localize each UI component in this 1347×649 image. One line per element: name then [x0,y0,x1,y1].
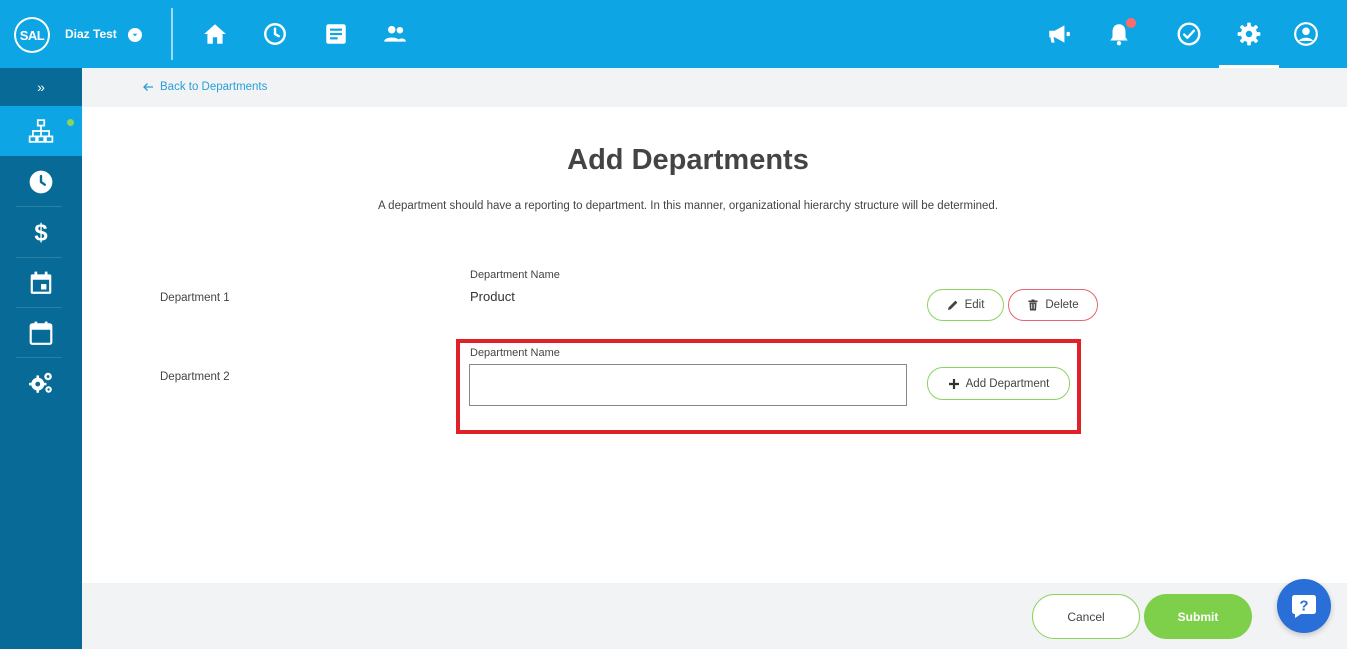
delete-button[interactable]: Delete [1008,289,1098,321]
help-chat-button[interactable]: ? [1277,579,1331,633]
delete-button-label: Delete [1045,299,1079,311]
edit-button-label: Edit [964,299,985,311]
department-1-name: Product [470,289,515,304]
department-2-label: Department 2 [160,371,230,383]
department-1-field-label: Department Name [470,269,560,281]
document-icon[interactable] [322,20,350,48]
add-department-label: Add Department [965,377,1050,390]
arrow-left-icon [143,83,153,91]
people-icon[interactable] [381,20,409,48]
gears-icon [29,372,52,393]
edit-button[interactable]: Edit [927,289,1004,321]
department-1-label: Department 1 [160,292,230,304]
check-circle-icon[interactable] [1175,20,1203,48]
sidebar-item-calendar[interactable] [0,258,82,308]
logo-text: SAL [16,19,48,51]
back-link-label: Back to Departments [160,81,268,93]
trash-icon [1028,299,1038,311]
plus-icon [948,378,959,389]
pencil-icon [947,300,957,310]
svg-text:$: $ [34,220,47,245]
user-icon[interactable] [1292,20,1320,48]
page-title: Add Departments [567,144,809,176]
sidebar-item-schedule[interactable] [0,308,82,358]
calendar-icon [30,271,52,294]
chevron-down-icon[interactable] [128,28,142,42]
breadcrumb-bar [82,68,1347,107]
sidebar-item-payroll[interactable]: $ [0,207,82,257]
sidebar-item-org-chart[interactable] [0,106,82,156]
home-icon[interactable] [201,20,229,48]
org-chart-icon [28,119,54,143]
cancel-button[interactable]: Cancel [1032,594,1140,639]
clock-icon [29,170,53,194]
clock-icon[interactable] [261,20,289,48]
add-department-button[interactable]: Add Department [927,367,1070,400]
notification-badge [1126,18,1136,28]
department-name-input[interactable] [469,364,907,406]
sidebar-item-settings[interactable] [0,358,82,408]
department-2-field-label: Department Name [470,347,560,359]
submit-button[interactable]: Submit [1144,594,1252,639]
header-divider [171,8,173,60]
back-to-departments-link[interactable]: Back to Departments [142,81,267,93]
sidebar-expand-button[interactable]: » [0,68,82,106]
status-dot [67,119,74,126]
sidebar-item-time[interactable] [0,157,82,207]
calendar-blank-icon [29,321,53,345]
svg-text:?: ? [1299,598,1308,615]
sal-logo[interactable]: SAL [14,17,50,53]
page-subtitle: A department should have a reporting to … [377,200,999,212]
dollar-icon: $ [34,220,47,245]
gear-icon[interactable] [1235,20,1263,48]
megaphone-icon[interactable] [1045,20,1073,48]
help-chat-icon: ? [1292,595,1316,618]
company-name[interactable]: Diaz Test [65,27,117,41]
